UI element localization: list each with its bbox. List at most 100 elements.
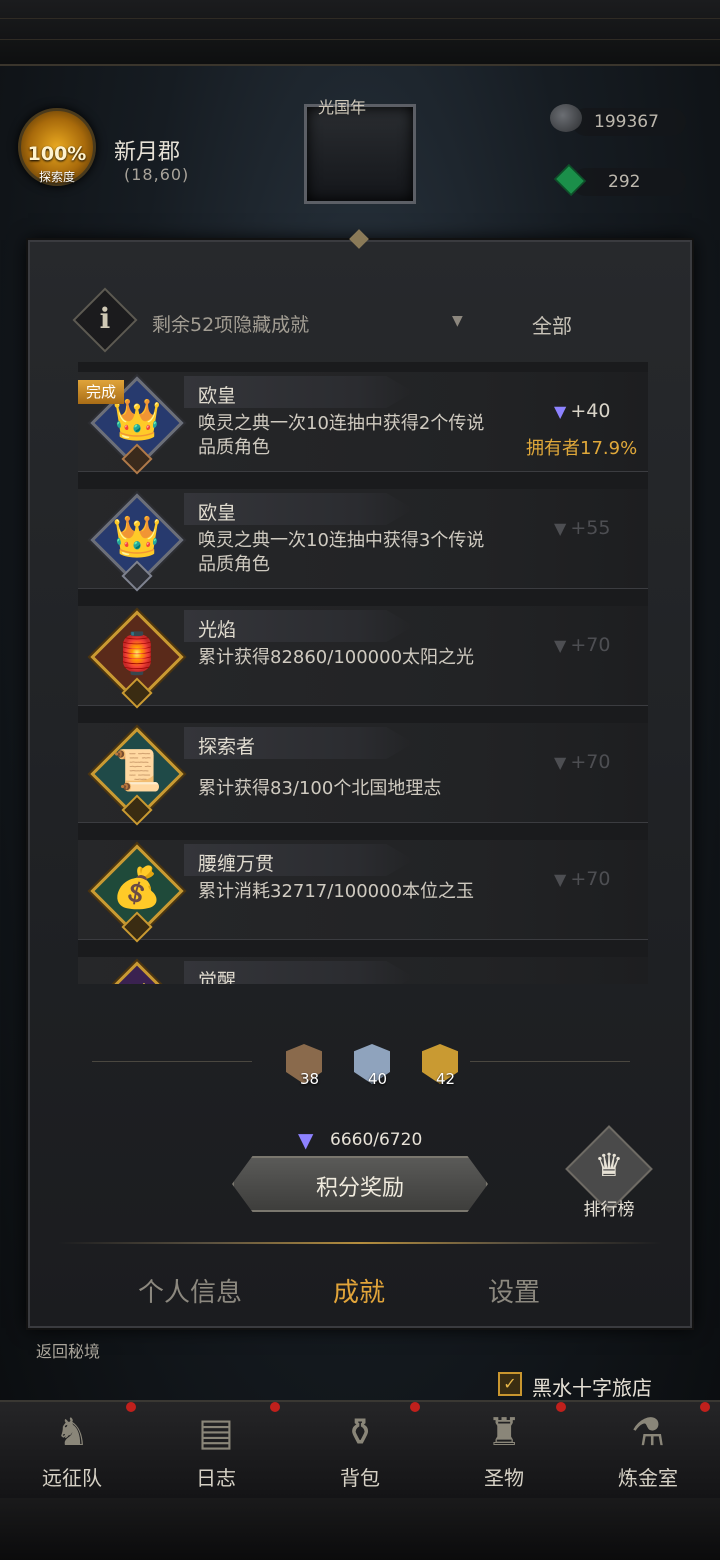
return-link[interactable]: 返回秘境 [36, 1338, 100, 1362]
achievement-desc: 唤灵之典一次10连抽中获得3个传说品质角色 [198, 530, 485, 575]
divider-right [470, 1061, 630, 1062]
awaken-icon: ✨ [90, 981, 184, 984]
nav-relics[interactable]: ♜ 圣物 [432, 1400, 576, 1498]
hero-portrait[interactable] [304, 104, 416, 204]
achievement-item[interactable]: 📜 探索者 累计获得83/100个北国地理志 ▼ +70 [78, 723, 648, 826]
points-icon: ▼ [298, 1128, 314, 1152]
viking-helmet-icon: ♞ [54, 1410, 90, 1454]
location-name: 新月郡 [114, 140, 181, 165]
points-icon: ▼ [554, 870, 567, 889]
nav-label: 日志 [196, 1466, 236, 1490]
tier-count: 42 [436, 1070, 456, 1088]
achievement-item[interactable]: ✨ 觉醒 [78, 957, 648, 984]
crown-icon: ♛ [594, 1146, 624, 1184]
achievement-badge: 📜 [90, 727, 184, 826]
points-icon: ▼ [554, 753, 567, 772]
nav-log[interactable]: ▤ 日志 [144, 1400, 288, 1498]
backpack-icon: ⚱ [344, 1410, 376, 1454]
resource-stone-pill: 199367 [572, 108, 686, 136]
nav-label: 炼金室 [618, 1466, 678, 1490]
achievement-reward: ▼ +70 [554, 751, 610, 773]
achievement-reward: ▼ +40 [554, 400, 610, 422]
checkmark-icon: ✓ [498, 1372, 522, 1396]
achievement-name: 欧皇 [198, 385, 237, 407]
filter-select[interactable]: 全部 [532, 310, 572, 339]
notification-dot [270, 1402, 280, 1412]
achievement-item[interactable]: 💰 腰缠万贯 累计消耗32717/100000本位之玉 ▼ +70 [78, 840, 648, 943]
location-coord: (18,60) [124, 165, 190, 184]
nav-label: 远征队 [42, 1466, 102, 1490]
nav-backpack[interactable]: ⚱ 背包 [288, 1400, 432, 1498]
lantern-icon: 🏮 [112, 631, 162, 677]
nav-label: 圣物 [484, 1466, 524, 1490]
achievement-desc: 唤灵之典一次10连抽中获得2个传说品质角色 [198, 413, 485, 458]
resource-gem-pill: 292 [572, 168, 686, 196]
points-icon: ▼ [554, 636, 567, 655]
crown-icon: 👑 [112, 514, 162, 560]
achievement-item[interactable]: 👑 欧皇 唤灵之典一次10连抽中获得3个传说品质角色 ▼ +55 [78, 489, 648, 592]
nav-expedition[interactable]: ♞ 远征队 [0, 1400, 144, 1498]
achievement-desc: 累计消耗32717/100000本位之玉 [198, 881, 475, 902]
achievement-item[interactable]: 🏮 光焰 累计获得82860/100000太阳之光 ▼ +70 [78, 606, 648, 709]
tab-personal-info[interactable]: 个人信息 [138, 1272, 242, 1309]
reward-value: +70 [570, 634, 611, 656]
nav-alchemy[interactable]: ⚗ 炼金室 [576, 1400, 720, 1498]
achievement-desc: 累计获得82860/100000太阳之光 [198, 647, 475, 668]
leaderboard-label: 排行榜 [583, 1200, 635, 1220]
reward-value: +40 [570, 400, 611, 422]
points-icon: ▼ [554, 402, 567, 421]
notification-dot [700, 1402, 710, 1412]
notification-dot [556, 1402, 566, 1412]
info-glyph: i [99, 302, 111, 335]
achievement-reward: ▼ +70 [554, 868, 610, 890]
achievement-name: 腰缠万贯 [198, 853, 275, 875]
journal-icon: ▤ [198, 1410, 234, 1454]
achievement-name: 探索者 [198, 736, 256, 758]
inn-name[interactable]: 黑水十字旅店 [532, 1372, 652, 1401]
divider-left [92, 1061, 252, 1062]
treasure-chest-icon: 💰 [112, 865, 162, 911]
reward-value: +70 [570, 868, 611, 890]
resource-gem-value: 292 [608, 172, 641, 192]
explore-percent: 100% [27, 143, 87, 165]
achievement-item[interactable]: 完成 👑 欧皇 唤灵之典一次10连抽中获得2个传说品质角色 ▼ +40 拥有者17… [78, 372, 648, 475]
achievement-name: 欧皇 [198, 502, 237, 524]
tab-divider [58, 1242, 662, 1244]
resource-stone-value: 199367 [594, 112, 659, 132]
tab-achievements[interactable]: 成就 [333, 1272, 385, 1309]
tier-counter-bronze: 38 [282, 1044, 322, 1088]
portrait-title: 光国年 [318, 98, 367, 117]
hidden-achievement-count[interactable]: 剩余52项隐藏成就 [152, 310, 309, 337]
tier-counter-gold: 42 [418, 1044, 458, 1088]
achievement-reward: ▼ +55 [554, 517, 610, 539]
nav-label: 背包 [340, 1466, 380, 1490]
achievement-name: 觉醒 [198, 970, 237, 984]
explore-label: 探索度 [38, 170, 75, 184]
dropdown-arrow-icon[interactable]: ▼ [452, 313, 463, 329]
achievement-badge: 🏮 [90, 610, 184, 709]
points-icon: ▼ [554, 519, 567, 538]
tier-counter-silver: 40 [350, 1044, 390, 1088]
top-frame [0, 0, 720, 66]
bottom-frame [0, 1498, 720, 1560]
achievement-list[interactable]: 完成 👑 欧皇 唤灵之典一次10连抽中获得2个传说品质角色 ▼ +40 拥有者17… [78, 362, 648, 984]
score-total: 6660/6720 [330, 1130, 423, 1150]
reward-value: +55 [570, 517, 611, 539]
scroll-icon: 📜 [112, 748, 162, 794]
tab-settings[interactable]: 设置 [488, 1272, 540, 1309]
frame-ornament [0, 18, 720, 40]
tier-count: 38 [300, 1070, 320, 1088]
achievement-desc: 累计获得83/100个北国地理志 [198, 778, 442, 799]
relic-icon: ♜ [486, 1410, 522, 1454]
notification-dot [126, 1402, 136, 1412]
tier-count: 40 [368, 1070, 388, 1088]
achievement-badge: 👑 [90, 493, 184, 592]
points-reward-label: 积分奖励 [315, 1176, 404, 1201]
notification-dot [410, 1402, 420, 1412]
achievement-badge: ✨ [90, 961, 184, 984]
stone-icon [550, 104, 582, 132]
achievement-badge: 💰 [90, 844, 184, 943]
achievement-name: 光焰 [198, 619, 237, 641]
alchemy-icon: ⚗ [630, 1410, 666, 1454]
owner-percent: 拥有者17.9% [526, 438, 638, 459]
